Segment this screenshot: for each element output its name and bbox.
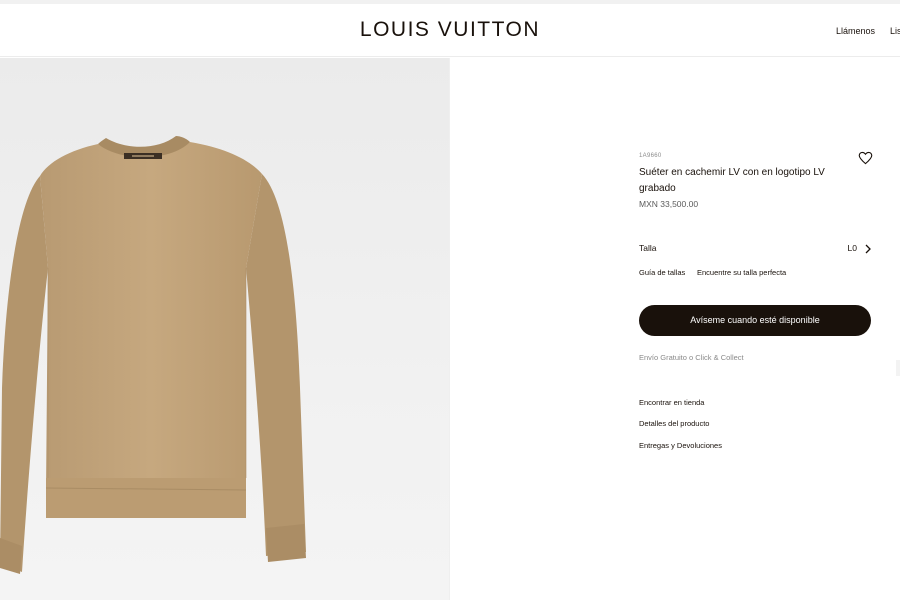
delivery-returns-link[interactable]: Entregas y Devoluciones (639, 441, 722, 450)
size-label: Talla (639, 243, 657, 253)
site-header: LOUIS VUITTON Llámenos Lis (0, 4, 900, 57)
wishlist-nav-link[interactable]: Lis (890, 26, 900, 36)
product-details-link[interactable]: Detalles del producto (639, 419, 709, 428)
edge-mark (896, 360, 900, 376)
size-selector[interactable]: Talla L0 (639, 241, 873, 255)
sweater-illustration (0, 136, 306, 574)
chevron-right-icon (863, 242, 873, 254)
heart-icon[interactable] (858, 151, 873, 165)
notify-me-button[interactable]: Avíseme cuando esté disponible (639, 305, 871, 336)
brand-logo[interactable]: LOUIS VUITTON (0, 18, 900, 42)
product-price: MXN 33,500.00 (639, 199, 699, 209)
size-guide-link[interactable]: Guía de tallas (639, 268, 685, 277)
find-in-store-link[interactable]: Encontrar en tienda (639, 398, 704, 407)
product-title: Suéter en cachemir LV con en logotipo LV… (639, 167, 825, 194)
column-divider (449, 58, 450, 600)
size-value: L0 (847, 243, 857, 253)
shipping-info: Envío Gratuito o Click & Collect (639, 353, 744, 362)
product-reference: 1A9660 (639, 153, 662, 159)
call-us-link[interactable]: Llámenos (836, 26, 875, 36)
product-image[interactable] (0, 58, 449, 600)
size-guide-hint: Encuentre su talla perfecta (697, 268, 787, 277)
